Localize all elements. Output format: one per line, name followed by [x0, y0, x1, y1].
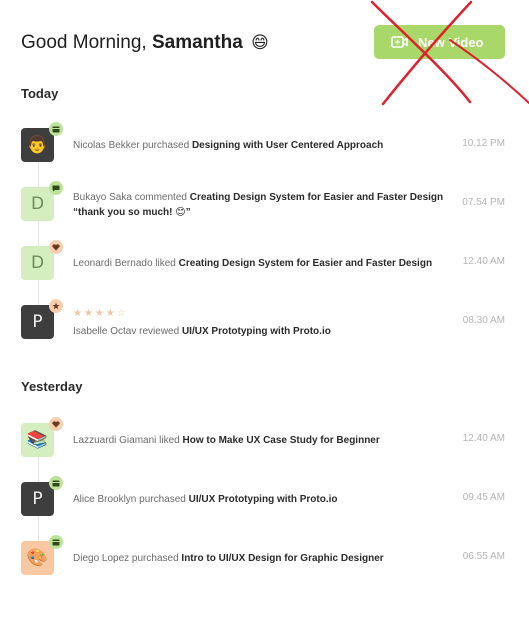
activity-item[interactable]: P ★★★★☆ Isabelle Octav reviewed UI/UX Prot…: [21, 299, 505, 341]
section-title: Today: [21, 86, 59, 101]
activity-text: Leonardi Bernado liked Creating Design S…: [73, 256, 458, 271]
activity-text: Bukayo Saka commented Creating Design Sy…: [73, 190, 458, 220]
greeting-heading: Good Morning, Samantha 😄: [21, 32, 269, 54]
actor-name: Diego Lopez purchased: [73, 553, 182, 564]
avatar: 📚: [21, 423, 54, 457]
activity-time: 12.40 AM: [462, 256, 505, 267]
avatar: 🎨: [21, 541, 54, 575]
heart-icon: [49, 240, 63, 254]
comment-icon: [49, 181, 63, 195]
card-icon: [49, 122, 63, 136]
activity-time: 12.40 AM: [462, 433, 505, 444]
card-icon: [49, 535, 63, 549]
course-title-link[interactable]: UI/UX Prototyping with Proto.io: [182, 326, 331, 337]
page-header: Good Morning, Samantha 😄 New Video: [21, 25, 505, 64]
actor-name: Bukayo Saka commented: [73, 192, 190, 203]
actor-name: Lazzuardi Giamani liked: [73, 435, 183, 446]
course-title-link[interactable]: UI/UX Prototyping with Proto.io: [189, 494, 338, 505]
avatar: D: [21, 246, 54, 280]
activity-text: Isabelle Octav reviewed UI/UX Prototypin…: [73, 324, 458, 339]
activity-item[interactable]: 👨 Nicolas Bekker purchased Designing with…: [21, 122, 505, 164]
avatar: P: [21, 305, 54, 339]
heart-icon: [49, 417, 63, 431]
user-name: Samantha: [151, 32, 243, 53]
activity-time: 06.55 AM: [462, 551, 505, 562]
rating-stars: ★★★★☆: [73, 308, 128, 319]
course-title-link[interactable]: Designing with User Centered Approach: [192, 140, 383, 151]
course-title-link[interactable]: Intro to UI/UX Design for Graphic Design…: [181, 553, 383, 564]
section-title: Yesterday: [21, 379, 83, 394]
activity-time: 10.12 PM: [462, 138, 505, 149]
actor-name: Nicolas Bekker purchased: [73, 140, 192, 151]
course-title-link[interactable]: Creating Design System for Easier and Fa…: [190, 192, 443, 203]
activity-time: 07.54 PM: [462, 197, 505, 208]
actor-name: Isabelle Octav reviewed: [73, 326, 182, 337]
avatar: 👨: [21, 128, 54, 162]
avatar: D: [21, 187, 54, 221]
video-add-icon: [391, 36, 408, 48]
activity-text: Nicolas Bekker purchased Designing with …: [73, 138, 458, 153]
star-icon: [49, 299, 63, 313]
comment-text: “thank you so much! 😊”: [73, 207, 191, 218]
activity-item[interactable]: D Leonardi Bernado liked Creating Design …: [21, 240, 505, 282]
grinning-face-icon: 😄: [251, 33, 269, 53]
new-video-label: New Video: [418, 34, 484, 50]
activity-text: Alice Brooklyn purchased UI/UX Prototypi…: [73, 492, 458, 507]
activity-time: 08.30 AM: [462, 315, 505, 326]
activity-item[interactable]: P Alice Brooklyn purchased UI/UX Prototyp…: [21, 476, 505, 518]
course-title-link[interactable]: How to Make UX Case Study for Beginner: [183, 435, 380, 446]
activity-text: Diego Lopez purchased Intro to UI/UX Des…: [73, 551, 458, 566]
card-icon: [49, 476, 63, 490]
activity-time: 09.45 AM: [462, 492, 505, 503]
activity-item[interactable]: D Bukayo Saka commented Creating Design S…: [21, 181, 505, 223]
greeting-text: Good Morning,: [21, 32, 147, 53]
activity-item[interactable]: 🎨 Diego Lopez purchased Intro to UI/UX De…: [21, 535, 505, 577]
activity-item[interactable]: 📚 Lazzuardi Giamani liked How to Make UX …: [21, 417, 505, 459]
actor-name: Alice Brooklyn purchased: [73, 494, 189, 505]
actor-name: Leonardi Bernado liked: [73, 258, 179, 269]
avatar: P: [21, 482, 54, 516]
course-title-link[interactable]: Creating Design System for Easier and Fa…: [179, 258, 432, 269]
activity-text: Lazzuardi Giamani liked How to Make UX C…: [73, 433, 458, 448]
new-video-button[interactable]: New Video: [374, 25, 505, 59]
